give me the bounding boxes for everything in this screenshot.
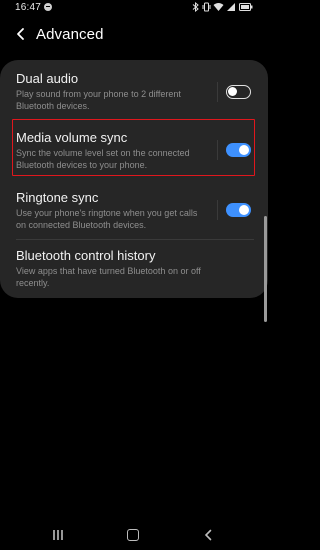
app-header: Advanced	[0, 22, 268, 48]
setting-dual-audio[interactable]: Dual audio Play sound from your phone to…	[0, 68, 268, 118]
divider	[16, 239, 254, 240]
setting-title: Dual audio	[16, 71, 79, 86]
wifi-icon	[213, 3, 224, 11]
bluetooth-icon	[192, 2, 199, 12]
divider	[217, 82, 218, 102]
description-line: Bluetooth devices.	[16, 100, 90, 111]
navigation-bar	[0, 520, 268, 550]
description-line: on connected Bluetooth devices.	[16, 219, 147, 230]
ringtone-sync-toggle[interactable]	[226, 203, 251, 217]
scrollbar[interactable]	[264, 216, 267, 322]
chevron-left-icon[interactable]	[14, 27, 28, 41]
description-line: Play sound from your phone to 2 differen…	[16, 89, 181, 99]
description-line: Use your phone's ringtone when you get c…	[16, 208, 198, 218]
toggle-knob	[228, 87, 237, 96]
setting-description: Play sound from your phone to 2 differen…	[16, 89, 216, 112]
settings-card: Dual audio Play sound from your phone to…	[0, 60, 268, 298]
toggle-knob	[239, 205, 249, 215]
dual-audio-toggle[interactable]	[226, 85, 251, 99]
setting-bluetooth-control-history[interactable]: Bluetooth control history View apps that…	[0, 246, 268, 292]
setting-ringtone-sync[interactable]: Ringtone sync Use your phone's ringtone …	[0, 188, 268, 238]
description-line: recently.	[16, 277, 50, 288]
signal-icon	[227, 3, 235, 11]
battery-icon	[239, 3, 253, 11]
setting-description: View apps that have turned Bluetooth on …	[16, 266, 216, 289]
recents-icon[interactable]	[52, 529, 64, 541]
setting-title: Ringtone sync	[16, 190, 99, 205]
status-time: 16:47	[15, 2, 42, 13]
highlight-box	[12, 119, 255, 176]
back-icon[interactable]	[203, 529, 213, 541]
setting-title: Bluetooth control history	[16, 248, 156, 263]
spotify-icon	[44, 3, 52, 11]
status-bar: 16:47	[0, 0, 268, 16]
home-icon[interactable]	[127, 529, 139, 541]
divider	[217, 200, 218, 220]
page-title: Advanced	[36, 26, 104, 43]
setting-description: Use your phone's ringtone when you get c…	[16, 208, 216, 231]
description-line: View apps that have turned Bluetooth on …	[16, 266, 201, 276]
vibrate-icon	[202, 2, 211, 12]
